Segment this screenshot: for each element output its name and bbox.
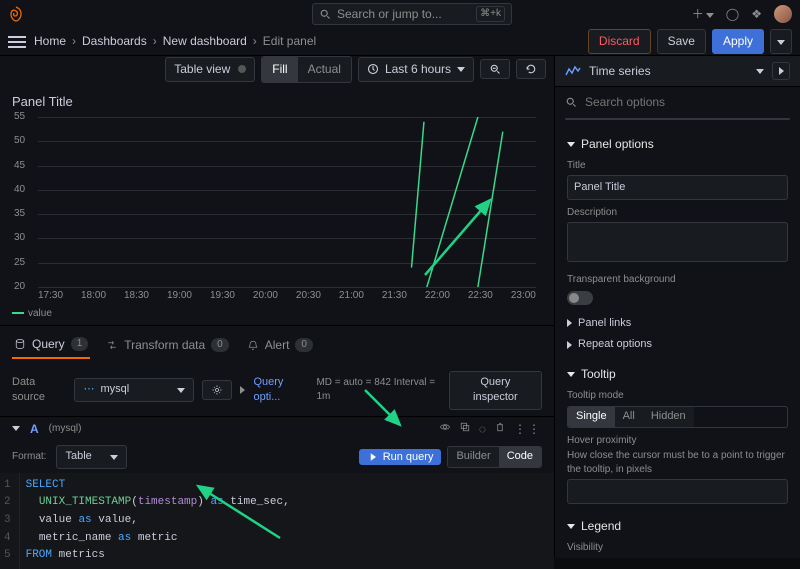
timeseries-icon (565, 65, 581, 77)
fill-option[interactable]: Fill (262, 57, 297, 82)
query-options-link[interactable]: Query opti... (253, 375, 308, 406)
description-input[interactable] (567, 222, 788, 262)
avatar[interactable] (774, 5, 792, 23)
tooltip-single[interactable]: Single (568, 407, 615, 426)
trash-icon[interactable] (494, 421, 506, 438)
eye-icon[interactable] (439, 421, 451, 438)
search-placeholder: Search or jump to... (337, 6, 442, 23)
tab-alert[interactable]: Alert0 (245, 333, 315, 358)
query-inspector-button[interactable]: Query inspector (449, 371, 542, 410)
tab-query[interactable]: Query1 (12, 332, 90, 359)
data-source-settings-button[interactable] (202, 380, 232, 400)
hover-proximity-label: Hover proximity (567, 434, 788, 448)
zoom-out-button[interactable] (480, 59, 510, 79)
data-source-select[interactable]: ⋯mysql (74, 378, 194, 401)
tab-overrides[interactable]: Overrides (678, 119, 790, 120)
drag-handle-icon[interactable]: ⋮⋮ (514, 421, 542, 438)
breadcrumb: Home › Dashboards › New dashboard › Edit… (34, 33, 316, 50)
apply-button[interactable]: Apply (712, 29, 764, 54)
tooltip-hidden[interactable]: Hidden (643, 407, 694, 426)
x-axis-labels: 17:3018:0018:3019:0019:3020:0020:3021:00… (38, 289, 536, 303)
plus-icon[interactable]: ＋ (692, 6, 714, 23)
menu-icon[interactable] (8, 36, 26, 48)
visibility-label: Visibility (567, 541, 788, 555)
refresh-button[interactable] (516, 59, 546, 79)
query-options-info: MD = auto = 842 Interval = 1m (316, 376, 440, 404)
actual-option[interactable]: Actual (298, 57, 351, 82)
sql-editor[interactable]: 12345 SELECT UNIX_TIMESTAMP(timestamp) a… (0, 473, 554, 569)
visualization-name[interactable]: Time series (589, 63, 748, 80)
panel-links-row[interactable]: Panel links (567, 316, 788, 331)
time-range-picker[interactable]: Last 6 hours (358, 57, 474, 82)
help-icon[interactable]: ◌ (479, 421, 486, 438)
crumb-new-dashboard[interactable]: New dashboard (163, 33, 247, 50)
help-icon[interactable]: ◯ (726, 6, 739, 23)
visualization-next-button[interactable] (772, 62, 790, 80)
query-ref-id[interactable]: A (30, 421, 39, 438)
title-input[interactable] (567, 175, 788, 200)
tooltip-all[interactable]: All (615, 407, 643, 426)
section-panel-options[interactable]: Panel options (567, 136, 788, 153)
visualization-picker-caret[interactable] (756, 69, 764, 74)
builder-mode[interactable]: Builder (448, 447, 498, 466)
tooltip-mode-label: Tooltip mode (567, 389, 788, 403)
chart-area: 2025303540455055 (38, 117, 536, 287)
title-label: Title (567, 159, 788, 173)
run-query-button[interactable]: Run query (359, 449, 442, 465)
tab-all[interactable]: All (566, 119, 678, 120)
discard-button[interactable]: Discard (588, 29, 651, 54)
crumb-edit-panel: Edit panel (263, 33, 316, 50)
query-source-name: (mysql) (49, 422, 82, 436)
format-select[interactable]: Table (56, 445, 126, 468)
crumb-dashboards[interactable]: Dashboards (82, 33, 147, 50)
repeat-options-row[interactable]: Repeat options (567, 337, 788, 352)
global-search-input[interactable]: Search or jump to... ⌘+k (312, 3, 512, 26)
table-view-toggle[interactable]: Table view (165, 57, 255, 82)
tab-transform[interactable]: Transform data0 (104, 333, 230, 358)
section-legend[interactable]: Legend (567, 518, 788, 535)
editor-mode-toggle[interactable]: Builder Code (447, 446, 542, 467)
fill-actual-toggle[interactable]: Fill Actual (261, 56, 352, 83)
options-search-input[interactable] (583, 93, 790, 112)
format-label: Format: (12, 450, 46, 464)
data-source-label: Data source (12, 375, 66, 406)
news-icon[interactable]: ❖ (751, 6, 762, 23)
description-label: Description (567, 206, 788, 220)
crumb-home[interactable]: Home (34, 33, 66, 50)
section-tooltip[interactable]: Tooltip (567, 366, 788, 383)
panel-options-toggle[interactable] (770, 29, 792, 54)
chart-legend: value (12, 307, 542, 321)
panel-title: Panel Title (12, 93, 542, 111)
duplicate-icon[interactable] (459, 421, 471, 438)
hover-proximity-desc: How close the cursor must be to a point … (567, 449, 788, 477)
code-mode[interactable]: Code (499, 447, 541, 466)
transparent-label: Transparent background (567, 273, 788, 287)
transparent-toggle[interactable] (567, 291, 593, 305)
save-button[interactable]: Save (657, 29, 706, 54)
grafana-logo-icon (8, 6, 24, 22)
hover-proximity-input[interactable] (567, 479, 788, 504)
tooltip-mode-toggle[interactable]: Single All Hidden (567, 406, 788, 427)
query-collapse-toggle[interactable] (12, 426, 20, 431)
search-shortcut: ⌘+k (476, 6, 505, 22)
